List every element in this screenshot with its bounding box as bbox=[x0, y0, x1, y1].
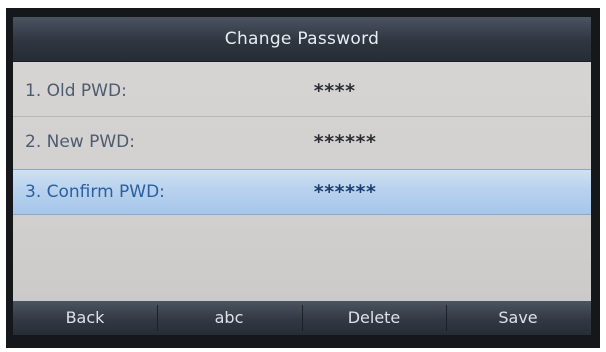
title-bar: Change Password bbox=[13, 17, 591, 62]
old-password-field[interactable]: **** bbox=[313, 67, 356, 115]
row-divider bbox=[13, 116, 591, 117]
old-password-label: 1. Old PWD: bbox=[25, 81, 127, 101]
save-softkey[interactable]: Save bbox=[446, 301, 590, 335]
confirm-password-field[interactable]: ****** bbox=[313, 170, 377, 214]
delete-softkey[interactable]: Delete bbox=[302, 301, 446, 335]
old-password-row[interactable]: 1. Old PWD: **** bbox=[13, 67, 591, 115]
back-softkey[interactable]: Back bbox=[13, 301, 157, 335]
new-password-label: 2. New PWD: bbox=[25, 132, 135, 152]
new-password-row[interactable]: 2. New PWD: ****** bbox=[13, 118, 591, 166]
input-mode-softkey[interactable]: abc bbox=[157, 301, 301, 335]
phone-display-screen: Change Password 1. Old PWD: **** 2. New … bbox=[13, 17, 591, 335]
new-password-field[interactable]: ****** bbox=[313, 118, 377, 166]
softkey-bar: Back abc Delete Save bbox=[13, 301, 591, 335]
confirm-password-row[interactable]: 3. Confirm PWD: ****** bbox=[13, 169, 591, 215]
screen-title: Change Password bbox=[224, 29, 380, 49]
confirm-password-label: 3. Confirm PWD: bbox=[25, 182, 165, 202]
